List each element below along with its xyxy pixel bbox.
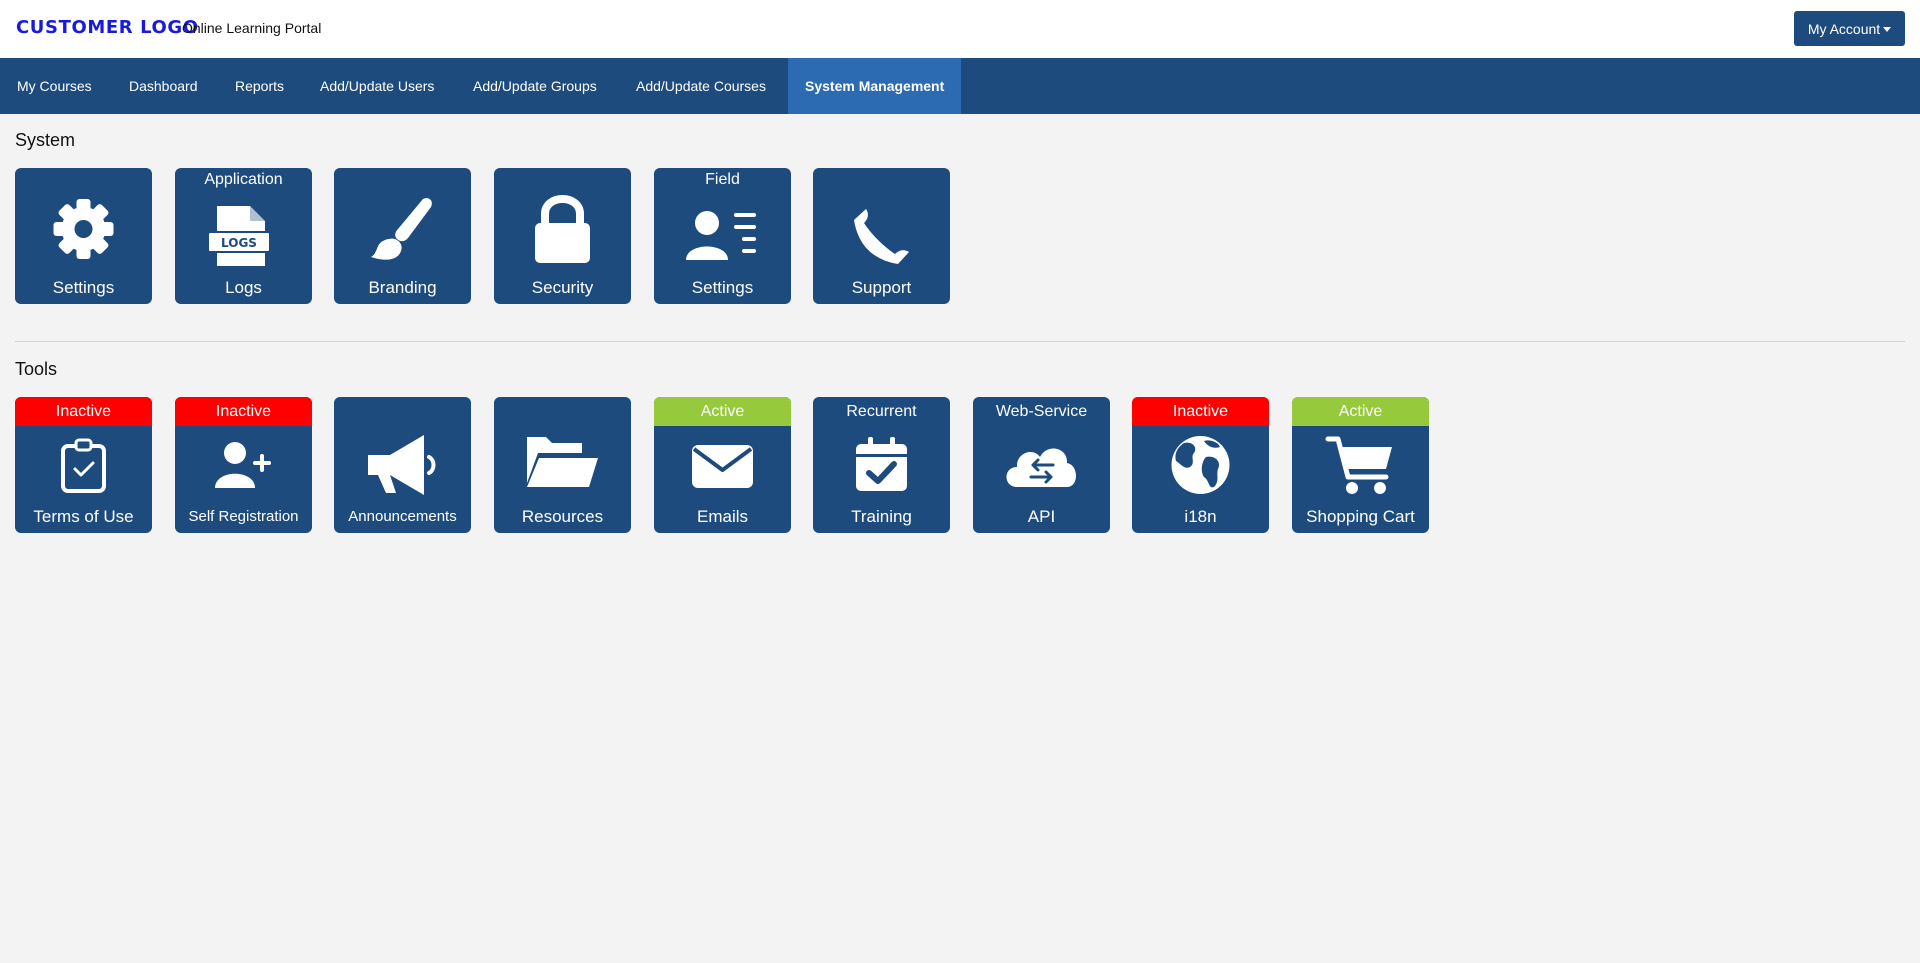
my-account-label: My Account (1807, 20, 1881, 37)
tile-web-service-api[interactable]: Web-Service API (973, 397, 1110, 533)
tile-security[interactable]: Security (494, 168, 631, 304)
tile-shopping-cart[interactable]: Active Shopping Cart (1292, 397, 1429, 533)
tile-branding[interactable]: Branding (334, 168, 471, 304)
tile-settings[interactable]: Settings (15, 168, 152, 304)
caret-down-icon (1883, 26, 1892, 32)
tile-emails[interactable]: Active Emails (654, 397, 791, 533)
tile-label: Announcements (348, 508, 457, 525)
tools-section-title: Tools (15, 359, 58, 379)
tile-i18n[interactable]: Inactive i18n (1132, 397, 1269, 533)
tile-label: Logs (225, 278, 262, 297)
tile-label: Branding (368, 278, 437, 297)
tile-terms-of-use[interactable]: Inactive Terms of Use (15, 397, 152, 533)
tile-label: Shopping Cart (1306, 507, 1415, 526)
tile-label: Training (851, 507, 912, 526)
tile-announcements[interactable]: Announcements (334, 397, 471, 533)
tile-support[interactable]: Support (813, 168, 950, 304)
tile-label: Settings (691, 278, 754, 297)
tile-label: Terms of Use (33, 507, 134, 526)
tile-self-registration[interactable]: Inactive Self Registration (175, 397, 312, 533)
customer-logo[interactable]: CUSTOMER LOGO (16, 17, 199, 38)
tile-label: i18n (1184, 507, 1217, 526)
tile-resources[interactable]: Resources (494, 397, 631, 533)
nav-add-update-groups[interactable]: Add/Update Groups (473, 58, 597, 114)
tile-label: Support (851, 278, 912, 297)
my-account-button[interactable]: My Account (1794, 11, 1905, 46)
logs-icon-text: LOGS (221, 236, 257, 250)
nav-add-update-courses[interactable]: Add/Update Courses (636, 58, 766, 114)
tile-label: Resources (521, 507, 604, 526)
portal-name: Online Learning Portal (182, 20, 322, 36)
nav-system-management[interactable]: System Management (788, 58, 962, 114)
nav-reports[interactable]: Reports (235, 58, 284, 114)
tile-recurrent-training[interactable]: Recurrent Training (813, 397, 950, 533)
nav-my-courses[interactable]: My Courses (17, 58, 92, 114)
tile-label: Emails (696, 507, 748, 526)
section-divider (15, 341, 1905, 342)
system-section-title: System (15, 130, 76, 150)
nav-dashboard[interactable]: Dashboard (129, 58, 198, 114)
tile-label: Security (531, 278, 594, 297)
nav-add-update-users[interactable]: Add/Update Users (320, 58, 434, 114)
top-header: CUSTOMER LOGO Online Learning Portal My … (0, 0, 1920, 58)
tile-label: Settings (52, 278, 115, 297)
tile-label: API (1027, 507, 1056, 526)
tile-field-settings[interactable]: Field Settings (654, 168, 791, 304)
tile-application-logs[interactable]: Application LOGS Logs (175, 168, 312, 304)
tile-label: Self Registration (188, 508, 299, 525)
main-nav: My Courses Dashboard Reports Add/Update … (0, 58, 1920, 114)
